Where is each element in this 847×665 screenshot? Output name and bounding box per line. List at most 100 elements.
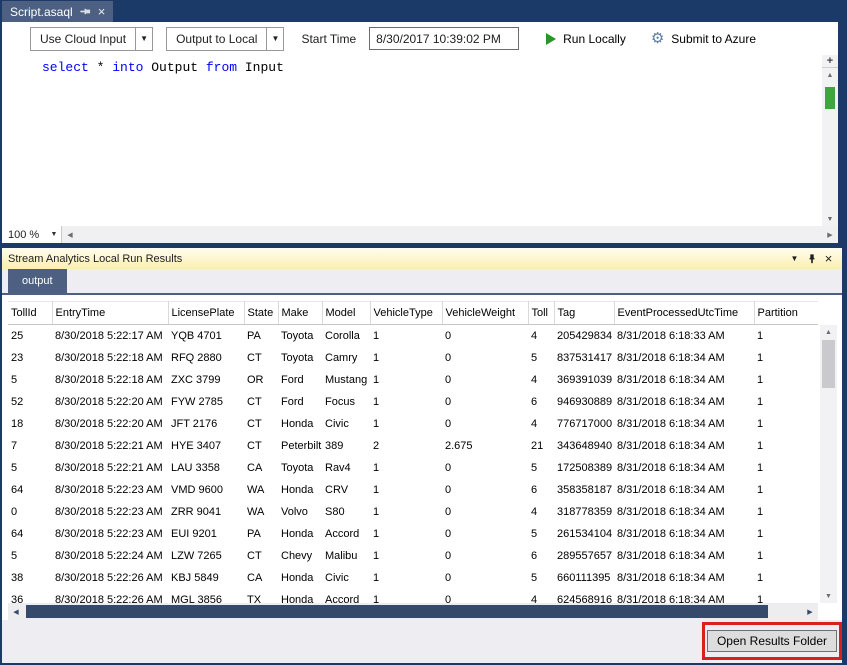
code-token: *: [89, 60, 112, 75]
table-cell: 8/31/2018 6:18:34 AM: [614, 501, 754, 523]
column-header-partition[interactable]: Partition: [754, 302, 818, 325]
table-row[interactable]: 58/30/2018 5:22:21 AMLAU 3358CAToyotaRav…: [8, 457, 818, 479]
chevron-down-icon[interactable]: ▼: [135, 28, 152, 50]
scroll-up-icon[interactable]: ▲: [822, 68, 838, 82]
table-cell: 0: [442, 413, 528, 435]
table-cell: Civic: [322, 413, 370, 435]
table-row[interactable]: 08/30/2018 5:22:23 AMZRR 9041WAVolvoS801…: [8, 501, 818, 523]
run-locally-button[interactable]: Run Locally: [540, 26, 632, 52]
split-window-handle[interactable]: +: [822, 55, 838, 68]
scroll-right-icon[interactable]: ▶: [802, 603, 818, 620]
table-cell: 64: [8, 523, 52, 545]
table-cell: 1: [754, 369, 818, 391]
grid-horizontal-scrollbar[interactable]: ◀ ▶: [8, 603, 818, 620]
table-cell: VMD 9600: [168, 479, 244, 501]
table-cell: LZW 7265: [168, 545, 244, 567]
table-cell: 25: [8, 325, 52, 347]
code-editor[interactable]: select * into Output from Input + ▲ ▼: [2, 55, 838, 226]
table-row[interactable]: 648/30/2018 5:22:23 AMEUI 9201PAHondaAcc…: [8, 523, 818, 545]
table-cell: 205429834: [554, 325, 614, 347]
scroll-down-icon[interactable]: ▼: [820, 589, 837, 603]
editor-vertical-scrollbar[interactable]: + ▲ ▼: [822, 55, 838, 226]
table-cell: 2: [370, 435, 442, 457]
table-cell: 389: [322, 435, 370, 457]
zoom-level-dropdown[interactable]: 100 % ▼: [2, 226, 62, 243]
table-cell: 7: [8, 435, 52, 457]
table-row[interactable]: 648/30/2018 5:22:23 AMVMD 9600WAHondaCRV…: [8, 479, 818, 501]
table-row[interactable]: 368/30/2018 5:22:26 AMMGL 3856TXHondaAcc…: [8, 589, 818, 604]
table-row[interactable]: 388/30/2018 5:22:26 AMKBJ 5849CAHondaCiv…: [8, 567, 818, 589]
table-row[interactable]: 78/30/2018 5:22:21 AMHYE 3407CTPeterbilt…: [8, 435, 818, 457]
table-cell: 1: [370, 479, 442, 501]
column-header-state[interactable]: State: [244, 302, 278, 325]
scrollbar-thumb[interactable]: [822, 340, 835, 388]
table-cell: 0: [442, 567, 528, 589]
table-cell: 8/30/2018 5:22:26 AM: [52, 567, 168, 589]
table-cell: 18: [8, 413, 52, 435]
table-cell: 172508389: [554, 457, 614, 479]
grid-vertical-scrollbar[interactable]: ▲ ▼: [820, 325, 837, 603]
table-row[interactable]: 258/30/2018 5:22:17 AMYQB 4701PAToyotaCo…: [8, 325, 818, 347]
start-time-input[interactable]: [369, 27, 519, 50]
table-cell: 289557657: [554, 545, 614, 567]
column-header-tag[interactable]: Tag: [554, 302, 614, 325]
column-header-vehicletype[interactable]: VehicleType: [370, 302, 442, 325]
table-cell: 660111395: [554, 567, 614, 589]
code-line[interactable]: select * into Output from Input: [42, 60, 284, 75]
results-panel-header: Stream Analytics Local Run Results ▼ ×: [2, 248, 842, 269]
submit-to-azure-button[interactable]: ⚙ Submit to Azure: [645, 26, 762, 52]
table-cell: 5: [528, 347, 554, 369]
editor-horizontal-scrollbar[interactable]: ◀ ▶: [62, 226, 838, 243]
table-cell: 5: [528, 523, 554, 545]
editor-bottom-bar: 100 % ▼ ◀ ▶: [2, 226, 838, 243]
chevron-down-icon[interactable]: ▼: [266, 28, 283, 50]
table-cell: Peterbilt: [278, 435, 322, 457]
table-cell: RFQ 2880: [168, 347, 244, 369]
annotation-red-box: Open Results Folder: [702, 622, 842, 660]
column-header-vehicleweight[interactable]: VehicleWeight: [442, 302, 528, 325]
column-header-toll[interactable]: Toll: [528, 302, 554, 325]
scroll-up-icon[interactable]: ▲: [820, 325, 837, 339]
query-toolbar: Use Cloud Input ▼ Output to Local ▼ Star…: [2, 22, 838, 55]
code-token: Output: [143, 60, 205, 75]
output-target-dropdown[interactable]: Output to Local ▼: [166, 27, 284, 51]
table-cell: 8/30/2018 5:22:20 AM: [52, 391, 168, 413]
column-header-model[interactable]: Model: [322, 302, 370, 325]
tab-script-asaql[interactable]: Script.asaql ×: [2, 1, 113, 22]
column-header-entrytime[interactable]: EntryTime: [52, 302, 168, 325]
pin-icon[interactable]: [803, 251, 820, 267]
column-header-eventprocessedutctime[interactable]: EventProcessedUtcTime: [614, 302, 754, 325]
table-row[interactable]: 528/30/2018 5:22:20 AMFYW 2785CTFordFocu…: [8, 391, 818, 413]
open-results-folder-button[interactable]: Open Results Folder: [707, 630, 837, 652]
table-row[interactable]: 188/30/2018 5:22:20 AMJFT 2176CTHondaCiv…: [8, 413, 818, 435]
table-cell: LAU 3358: [168, 457, 244, 479]
table-cell: Volvo: [278, 501, 322, 523]
chevron-down-icon[interactable]: ▼: [47, 231, 61, 238]
close-icon[interactable]: ×: [820, 251, 837, 267]
pin-icon[interactable]: [80, 6, 91, 17]
scrollbar-thumb[interactable]: [26, 605, 768, 618]
table-cell: 23: [8, 347, 52, 369]
column-header-licenseplate[interactable]: LicensePlate: [168, 302, 244, 325]
table-cell: 8/31/2018 6:18:34 AM: [614, 567, 754, 589]
table-row[interactable]: 58/30/2018 5:22:18 AMZXC 3799ORFordMusta…: [8, 369, 818, 391]
results-panel: Stream Analytics Local Run Results ▼ × o…: [2, 248, 842, 663]
table-row[interactable]: 238/30/2018 5:22:18 AMRFQ 2880CTToyotaCa…: [8, 347, 818, 369]
table-body: 258/30/2018 5:22:17 AMYQB 4701PAToyotaCo…: [8, 325, 818, 604]
close-icon[interactable]: ×: [98, 6, 106, 17]
scroll-right-icon[interactable]: ▶: [822, 226, 838, 243]
scroll-left-icon[interactable]: ◀: [62, 226, 78, 243]
table-cell: Accord: [322, 523, 370, 545]
results-tab-strip: output: [2, 269, 842, 295]
window-position-icon[interactable]: ▼: [786, 251, 803, 267]
scroll-left-icon[interactable]: ◀: [8, 603, 24, 620]
start-time-label: Start Time: [301, 32, 356, 46]
scroll-down-icon[interactable]: ▼: [822, 212, 838, 226]
table-cell: 8/30/2018 5:22:24 AM: [52, 545, 168, 567]
table-row[interactable]: 58/30/2018 5:22:24 AMLZW 7265CTChevyMali…: [8, 545, 818, 567]
input-source-dropdown[interactable]: Use Cloud Input ▼: [30, 27, 153, 51]
column-header-make[interactable]: Make: [278, 302, 322, 325]
tab-output[interactable]: output: [8, 269, 67, 293]
column-header-tollid[interactable]: TollId: [8, 302, 52, 325]
zoom-level-value: 100 %: [8, 229, 39, 241]
